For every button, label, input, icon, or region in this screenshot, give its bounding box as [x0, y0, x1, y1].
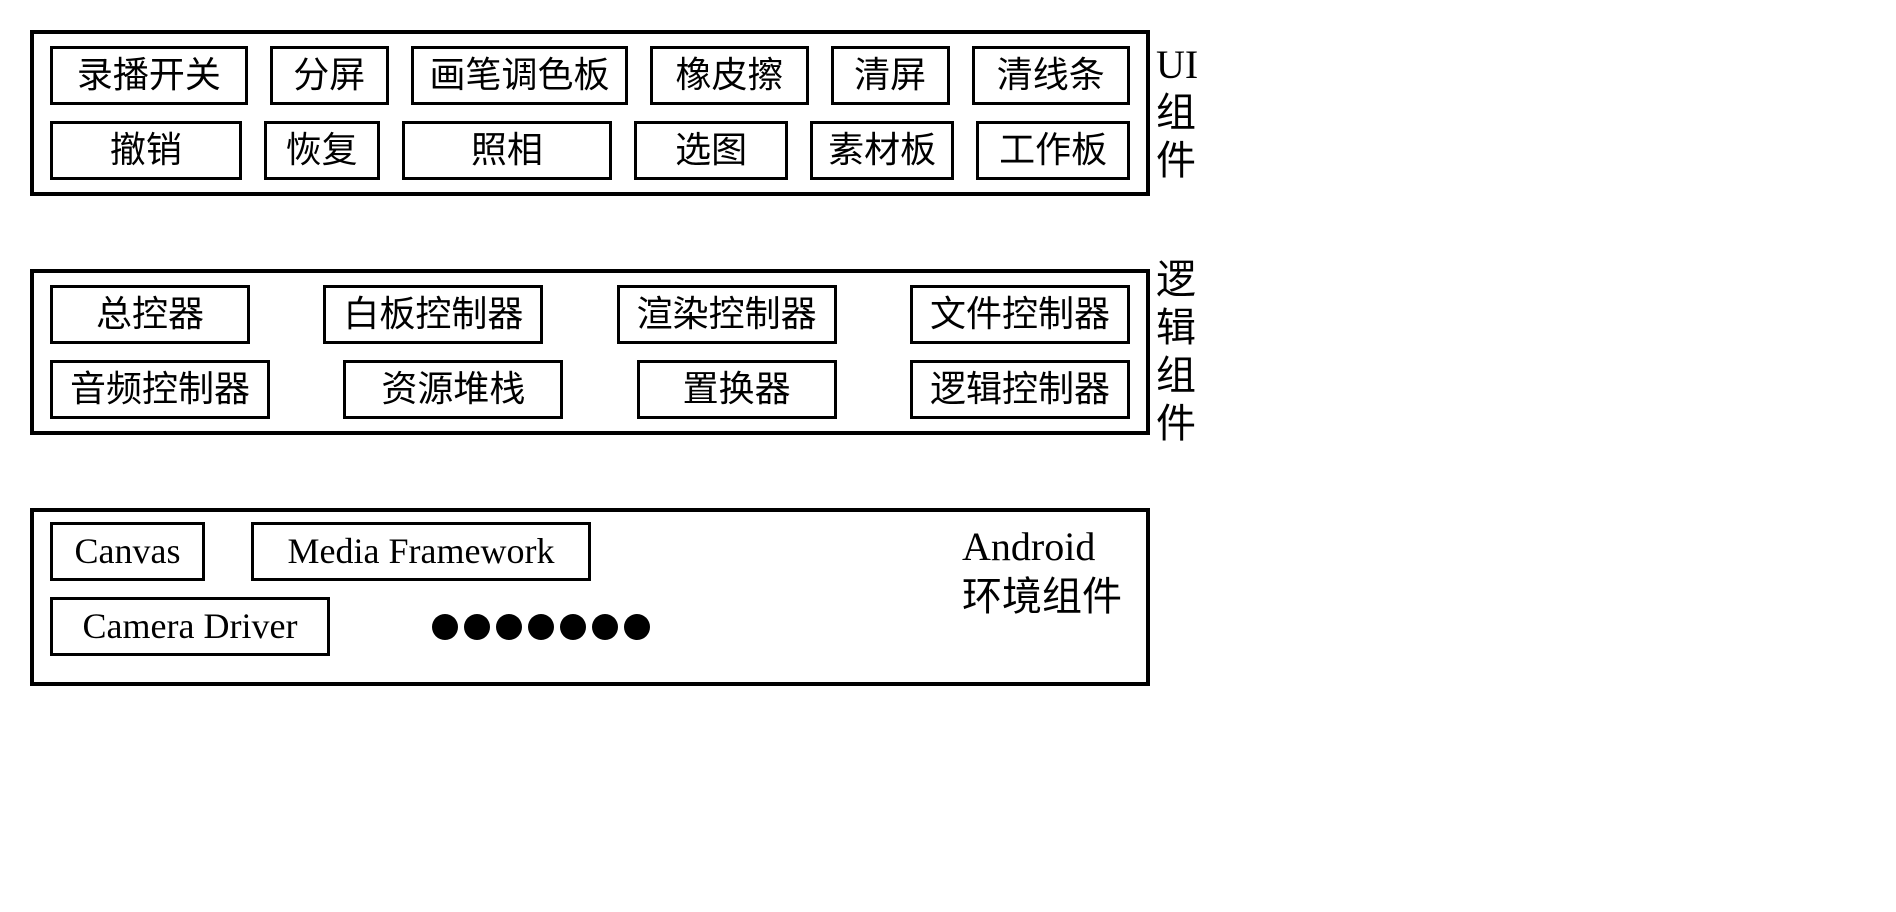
ellipsis-dots [432, 614, 650, 640]
ellipsis-dot [432, 614, 458, 640]
logic-controller: 逻辑控制器 [910, 360, 1130, 419]
android-layer-box: Canvas Media Framework Camera Driver And… [30, 508, 1150, 686]
android-env-layer: Canvas Media Framework Camera Driver And… [30, 508, 1866, 686]
material-board: 素材板 [810, 121, 954, 180]
clear-lines: 清线条 [972, 46, 1130, 105]
render-controller: 渲染控制器 [617, 285, 837, 344]
clear-screen: 清屏 [831, 46, 950, 105]
media-framework: Media Framework [251, 522, 591, 581]
brush-palette: 画笔调色板 [411, 46, 629, 105]
redo: 恢复 [264, 121, 380, 180]
ellipsis-dot [528, 614, 554, 640]
ui-components-layer: 录播开关 分屏 画笔调色板 橡皮擦 清屏 清线条 撤销 恢复 照相 选图 素材板… [30, 30, 1866, 196]
android-label-en: Android [962, 524, 1095, 569]
ui-row-2: 撤销 恢复 照相 选图 素材板 工作板 [50, 121, 1130, 180]
undo: 撤销 [50, 121, 242, 180]
ellipsis-dot [624, 614, 650, 640]
ui-row-1: 录播开关 分屏 画笔调色板 橡皮擦 清屏 清线条 [50, 46, 1130, 105]
camera-driver: Camera Driver [50, 597, 330, 656]
select-image: 选图 [634, 121, 788, 180]
ellipsis-dot [464, 614, 490, 640]
record-playback-switch: 录播开关 [50, 46, 248, 105]
ellipsis-dot [592, 614, 618, 640]
permuter: 置换器 [637, 360, 837, 419]
eraser: 橡皮擦 [650, 46, 808, 105]
canvas: Canvas [50, 522, 205, 581]
whiteboard-controller: 白板控制器 [323, 285, 543, 344]
ellipsis-dot [560, 614, 586, 640]
ui-layer-label: UI组件 [1156, 41, 1206, 185]
ui-layer-box: 录播开关 分屏 画笔调色板 橡皮擦 清屏 清线条 撤销 恢复 照相 选图 素材板… [30, 30, 1150, 196]
master-controller: 总控器 [50, 285, 250, 344]
split-screen: 分屏 [270, 46, 389, 105]
audio-controller: 音频控制器 [50, 360, 270, 419]
work-board: 工作板 [976, 121, 1130, 180]
android-layer-label: Android 环境组件 [962, 522, 1122, 622]
ellipsis-dot [496, 614, 522, 640]
file-controller: 文件控制器 [910, 285, 1130, 344]
resource-stack: 资源堆栈 [343, 360, 563, 419]
logic-layer-box: 总控器 白板控制器 渲染控制器 文件控制器 音频控制器 资源堆栈 置换器 逻辑控… [30, 269, 1150, 435]
camera: 照相 [402, 121, 613, 180]
logic-layer-label: 逻辑组件 [1156, 256, 1206, 448]
logic-row-1: 总控器 白板控制器 渲染控制器 文件控制器 [50, 285, 1130, 344]
android-label-cn: 环境组件 [962, 574, 1122, 619]
logic-components-layer: 总控器 白板控制器 渲染控制器 文件控制器 音频控制器 资源堆栈 置换器 逻辑控… [30, 256, 1866, 448]
logic-row-2: 音频控制器 资源堆栈 置换器 逻辑控制器 [50, 360, 1130, 419]
